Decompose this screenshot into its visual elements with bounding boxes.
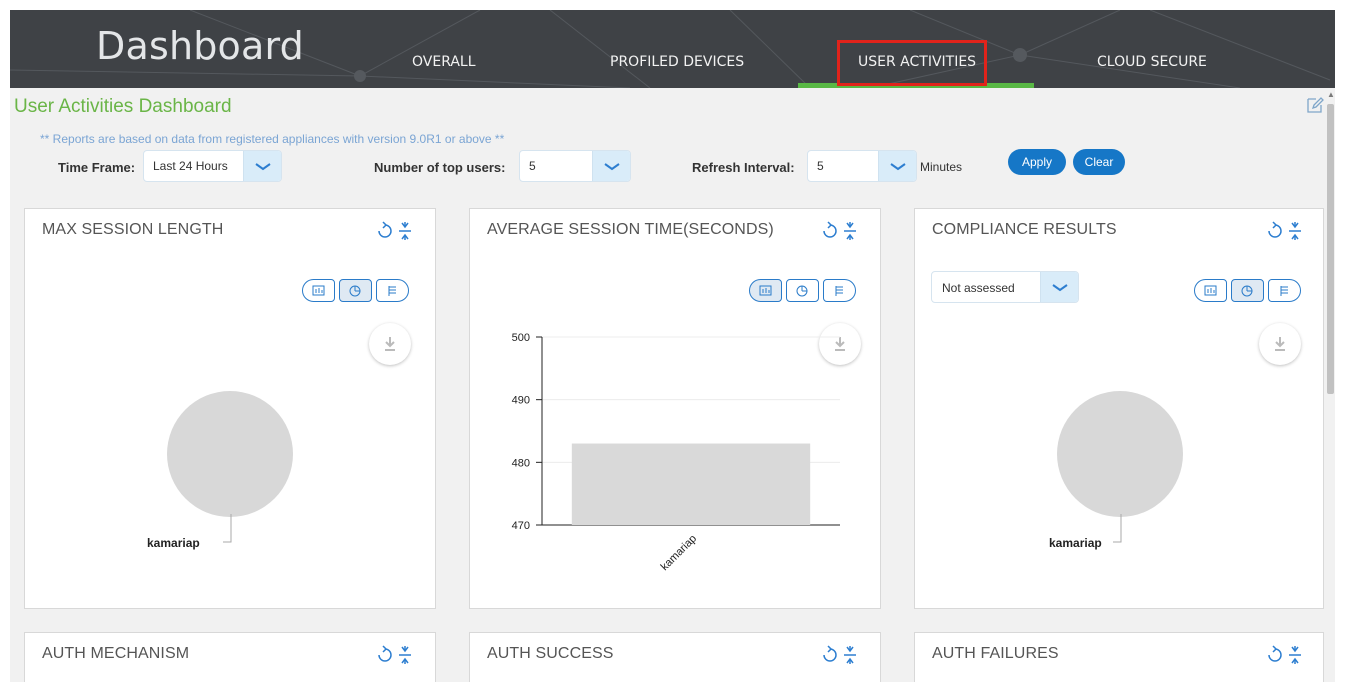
refresh-unit-label: Minutes — [920, 160, 963, 174]
panel-title: AUTH MECHANISM — [42, 645, 190, 662]
collapse-icon[interactable] — [1289, 646, 1301, 664]
refresh-interval-value: 5 — [817, 159, 824, 173]
panel-controls — [1268, 221, 1301, 240]
panel-title: AUTH FAILURES — [932, 645, 1059, 662]
panel-average-session-time: AVERAGE SESSION TIME(SECONDS) 470 480 49… — [469, 208, 881, 609]
y-tick-label: 500 — [512, 332, 530, 344]
refresh-interval-select[interactable]: 5 — [807, 150, 917, 182]
apply-button[interactable]: Apply — [1008, 149, 1066, 175]
refresh-icon[interactable] — [378, 645, 392, 662]
version-note: ** Reports are based on data from regist… — [40, 132, 505, 146]
compliance-filter-select[interactable]: Not assessed — [931, 271, 1079, 303]
x-tick-label: kamariap — [659, 533, 699, 573]
bar-chart-icon[interactable] — [302, 279, 335, 302]
refresh-icon[interactable] — [823, 645, 837, 662]
time-frame-value: Last 24 Hours — [153, 159, 228, 173]
panel-controls — [378, 221, 411, 240]
collapse-icon[interactable] — [844, 222, 856, 240]
top-users-value: 5 — [529, 159, 536, 173]
tab-profiled-devices[interactable]: PROFILED DEVICES — [610, 54, 744, 70]
vertical-scrollbar[interactable]: ▲ — [1326, 90, 1335, 682]
tab-overall[interactable]: OVERALL — [412, 54, 476, 70]
download-icon[interactable] — [1259, 323, 1301, 365]
y-tick-label: 490 — [512, 395, 530, 407]
bar[interactable] — [571, 443, 811, 525]
panel-max-session-length: MAX SESSION LENGTH kamariap — [24, 208, 436, 609]
page-title: User Activities Dashboard — [14, 96, 232, 117]
y-tick-label: 470 — [512, 520, 530, 532]
edit-icon[interactable] — [1306, 96, 1324, 114]
time-frame-select[interactable]: Last 24 Hours — [143, 150, 282, 182]
download-icon[interactable] — [369, 323, 411, 365]
y-tick-label: 480 — [512, 457, 530, 469]
bar-chart-icon[interactable] — [1194, 279, 1227, 302]
clear-button[interactable]: Clear — [1073, 149, 1125, 175]
active-tab-highlight-box — [837, 40, 987, 86]
pie-label: kamariap — [147, 536, 200, 550]
panel-title: MAX SESSION LENGTH — [42, 221, 224, 238]
panel-title: AVERAGE SESSION TIME(SECONDS) — [487, 221, 774, 238]
refresh-icon[interactable] — [378, 221, 392, 238]
pie-label: kamariap — [1049, 536, 1102, 550]
app-frame: Dashboard OVERALL PROFILED DEVICES USER … — [10, 10, 1335, 682]
panel-compliance-results: COMPLIANCE RESULTS Not assessed kamariap — [914, 208, 1324, 609]
scrollbar-thumb[interactable] — [1327, 104, 1334, 394]
bar-chart-icon[interactable] — [749, 279, 782, 302]
collapse-icon[interactable] — [399, 222, 411, 240]
refresh-icon[interactable] — [823, 221, 837, 238]
pie-chart-icon[interactable] — [1231, 279, 1264, 302]
pie-chart-icon[interactable] — [786, 279, 819, 302]
table-view-icon[interactable] — [1268, 279, 1301, 302]
pie-chart-icon[interactable] — [339, 279, 372, 302]
panel-controls — [823, 221, 856, 240]
table-view-icon[interactable] — [376, 279, 409, 302]
tab-cloud-secure[interactable]: CLOUD SECURE — [1097, 54, 1207, 70]
table-view-icon[interactable] — [823, 279, 856, 302]
chevron-down-icon[interactable] — [592, 151, 630, 181]
refresh-icon[interactable] — [1268, 221, 1282, 238]
panel-auth-failures: AUTH FAILURES — [914, 632, 1324, 682]
panel-auth-mechanism: AUTH MECHANISM — [24, 632, 436, 682]
refresh-interval-label: Refresh Interval: — [692, 160, 795, 175]
pie-label-connector — [1113, 514, 1122, 543]
average-session-bar-chart: 470 480 490 500 kamariap — [512, 332, 840, 573]
panel-auth-success: AUTH SUCCESS — [469, 632, 881, 682]
compliance-filter-value: Not assessed — [942, 281, 1015, 295]
refresh-icon[interactable] — [1268, 645, 1282, 662]
top-users-select[interactable]: 5 — [519, 150, 631, 182]
collapse-icon[interactable] — [399, 646, 411, 664]
panel-title: COMPLIANCE RESULTS — [932, 221, 1117, 238]
panel-controls — [1268, 645, 1301, 664]
chevron-down-icon[interactable] — [1040, 272, 1078, 302]
panel-controls — [378, 645, 411, 664]
pie-label-connector — [223, 514, 232, 543]
top-users-label: Number of top users: — [374, 160, 506, 175]
dashboard-brand-title: Dashboard — [96, 24, 304, 68]
chevron-down-icon[interactable] — [243, 151, 281, 181]
chart-type-toggle — [1194, 279, 1302, 303]
chart-type-toggle — [302, 279, 410, 303]
pie-chart-slice[interactable] — [1057, 391, 1183, 517]
scroll-up-arrow-icon[interactable]: ▲ — [1327, 90, 1335, 99]
chart-type-toggle — [749, 279, 857, 303]
time-frame-label: Time Frame: — [58, 160, 136, 175]
pie-chart-slice[interactable] — [167, 391, 293, 517]
chevron-down-icon[interactable] — [878, 151, 916, 181]
panel-title: AUTH SUCCESS — [487, 645, 614, 662]
panel-controls — [823, 645, 856, 664]
top-nav-bar: Dashboard OVERALL PROFILED DEVICES USER … — [10, 10, 1335, 88]
collapse-icon[interactable] — [844, 646, 856, 664]
collapse-icon[interactable] — [1289, 222, 1301, 240]
